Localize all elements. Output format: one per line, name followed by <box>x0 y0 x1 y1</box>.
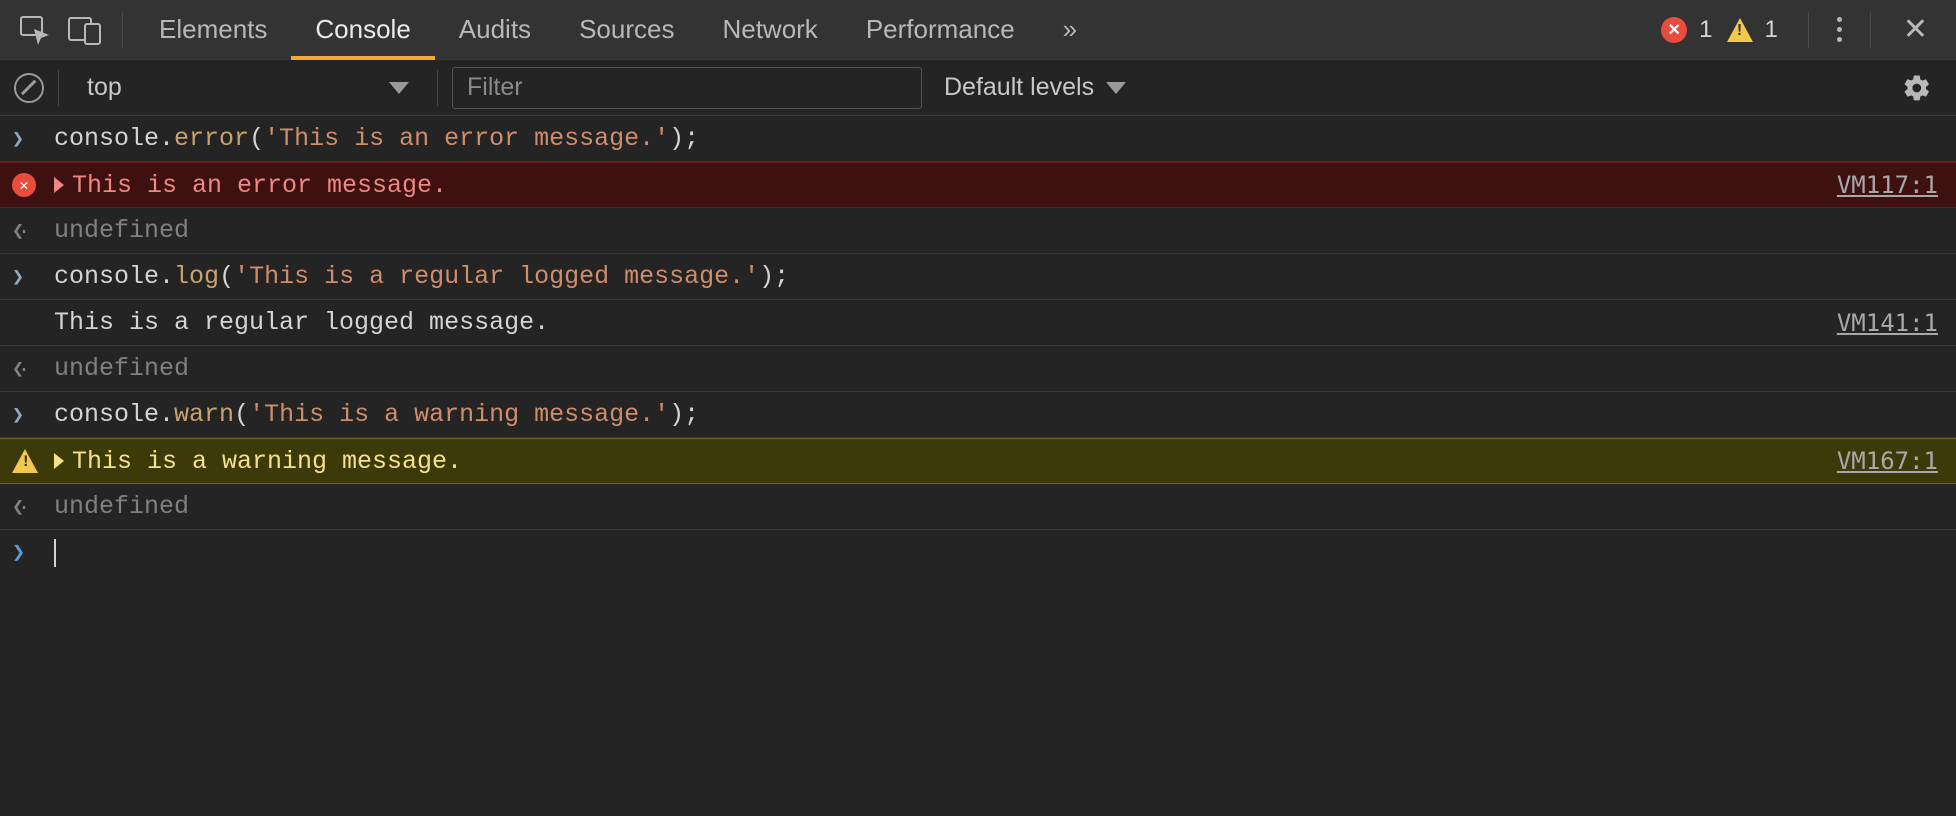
return-value: undefined <box>54 216 189 245</box>
row-gutter: ✕ <box>12 173 54 197</box>
device-toggle-icon[interactable] <box>60 7 110 53</box>
tab-label: Sources <box>579 14 674 45</box>
input-chevron-icon <box>12 402 54 428</box>
expand-arrow-icon[interactable] <box>54 453 64 469</box>
status-badges[interactable]: ✕ 1 ! 1 <box>1661 16 1784 44</box>
console-input-row[interactable]: console.error('This is an error message.… <box>0 116 1956 162</box>
error-icon: ✕ <box>12 173 36 197</box>
tab-audits[interactable]: Audits <box>435 0 555 59</box>
separator <box>437 70 438 106</box>
clear-console-button[interactable] <box>14 73 44 103</box>
separator <box>58 70 59 106</box>
console-return-row: undefined <box>0 346 1956 392</box>
warning-count: 1 <box>1765 16 1778 44</box>
tab-label: Elements <box>159 14 267 45</box>
return-chevron-icon <box>12 218 54 244</box>
source-link[interactable]: VM141:1 <box>1837 309 1938 337</box>
warning-badge-icon: ! <box>1727 18 1753 42</box>
console-log-row[interactable]: This is a regular logged message. VM141:… <box>0 300 1956 346</box>
console-log-area: console.error('This is an error message.… <box>0 116 1956 576</box>
text-caret <box>54 539 56 567</box>
expand-arrow-icon[interactable] <box>54 177 64 193</box>
return-chevron-icon <box>12 356 54 382</box>
tabs-overflow-button[interactable]: » <box>1039 0 1101 59</box>
panel-tabs: Elements Console Audits Sources Network … <box>135 0 1101 59</box>
tab-label: Performance <box>866 14 1015 45</box>
console-return-row: undefined <box>0 484 1956 530</box>
levels-label: Default levels <box>944 73 1094 102</box>
filter-input[interactable] <box>452 67 922 109</box>
context-label: top <box>87 73 122 102</box>
tab-label: Network <box>722 14 817 45</box>
console-return-row: undefined <box>0 208 1956 254</box>
input-chevron-icon <box>12 264 54 290</box>
error-message: This is an error message. <box>72 171 447 200</box>
chevron-down-icon <box>1106 82 1126 94</box>
inspect-element-icon[interactable] <box>10 7 60 53</box>
log-levels-select[interactable]: Default levels <box>936 73 1134 102</box>
error-badge-icon: ✕ <box>1661 17 1687 43</box>
code-line: console.log('This is a regular logged me… <box>54 262 1938 291</box>
row-gutter: ! <box>12 449 54 473</box>
code-line: console.error('This is an error message.… <box>54 124 1938 153</box>
tab-network[interactable]: Network <box>698 0 841 59</box>
console-warning-row[interactable]: ! This is a warning message. VM167:1 <box>0 438 1956 484</box>
console-error-row[interactable]: ✕ This is an error message. VM117:1 <box>0 162 1956 208</box>
source-link[interactable]: VM167:1 <box>1837 447 1938 475</box>
tab-console[interactable]: Console <box>291 0 434 59</box>
devtools-tabbar: Elements Console Audits Sources Network … <box>0 0 1956 60</box>
error-count: 1 <box>1699 16 1712 44</box>
warning-message: This is a warning message. <box>72 447 462 476</box>
console-input-row[interactable]: console.warn('This is a warning message.… <box>0 392 1956 438</box>
tab-label: Audits <box>459 14 531 45</box>
return-value: undefined <box>54 492 189 521</box>
chevron-double-right-icon: » <box>1063 14 1077 45</box>
input-chevron-icon <box>12 126 54 152</box>
console-input-row[interactable]: console.log('This is a regular logged me… <box>0 254 1956 300</box>
console-settings-button[interactable] <box>1892 73 1942 103</box>
console-prompt[interactable] <box>0 530 1956 576</box>
more-menu-button[interactable] <box>1823 17 1856 42</box>
code-line: console.warn('This is a warning message.… <box>54 400 1938 429</box>
source-link[interactable]: VM117:1 <box>1837 171 1938 199</box>
log-message: This is a regular logged message. <box>54 308 549 337</box>
tab-sources[interactable]: Sources <box>555 0 698 59</box>
execution-context-select[interactable]: top <box>73 67 423 109</box>
tab-label: Console <box>315 14 410 45</box>
prompt-chevron-icon <box>12 540 54 566</box>
separator <box>122 12 123 48</box>
tab-elements[interactable]: Elements <box>135 0 291 59</box>
chevron-down-icon <box>389 82 409 94</box>
return-value: undefined <box>54 354 189 383</box>
close-devtools-button[interactable]: ✕ <box>1885 12 1946 47</box>
separator <box>1808 12 1809 48</box>
separator <box>1870 12 1871 48</box>
console-toolbar: top Default levels <box>0 60 1956 116</box>
return-chevron-icon <box>12 494 54 520</box>
tab-performance[interactable]: Performance <box>842 0 1039 59</box>
warning-icon: ! <box>12 449 38 473</box>
